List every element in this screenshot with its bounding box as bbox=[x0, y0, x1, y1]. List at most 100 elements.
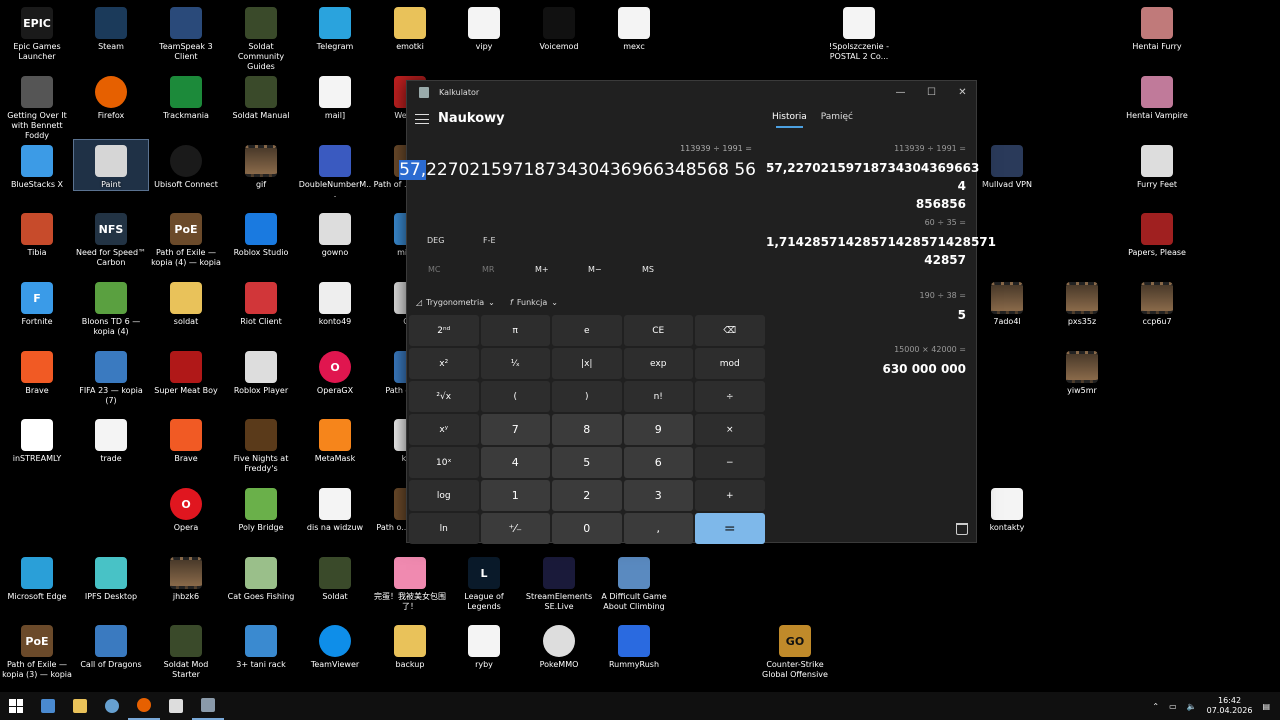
desktop-shortcut[interactable]: gif bbox=[224, 140, 298, 190]
key-button[interactable]: e bbox=[552, 315, 622, 346]
key-button[interactable]: ¹⁄ₓ bbox=[480, 348, 550, 379]
key-button[interactable]: × bbox=[695, 414, 765, 445]
key-button[interactable]: , bbox=[623, 513, 693, 544]
key-button[interactable]: ln bbox=[409, 513, 479, 544]
desktop-shortcut[interactable]: Five Nights at Freddy's bbox=[224, 414, 298, 474]
key-button[interactable]: n! bbox=[623, 381, 693, 412]
calculator-window[interactable]: Kalkulator — ☐ ✕ Naukowy 113939 ÷ 1991 =… bbox=[399, 80, 996, 544]
desktop-shortcut[interactable]: Brave bbox=[0, 346, 74, 396]
desktop-shortcut[interactable]: Furry Feet bbox=[1120, 140, 1194, 190]
key-button[interactable]: |x| bbox=[552, 348, 622, 379]
desktop-shortcut[interactable]: emotki bbox=[373, 2, 447, 52]
desktop-shortcut[interactable]: ryby bbox=[447, 620, 521, 670]
desktop-shortcut[interactable]: Hentai Furry bbox=[1120, 2, 1194, 52]
desktop-shortcut[interactable]: 7ado4l bbox=[970, 277, 1044, 327]
desktop-shortcut[interactable]: ccp6u7 bbox=[1120, 277, 1194, 327]
desktop-shortcut[interactable]: TeamSpeak 3 Client bbox=[149, 2, 223, 62]
key-button[interactable]: 10ˣ bbox=[409, 447, 479, 478]
key-button[interactable]: ⌫ bbox=[695, 315, 765, 346]
key-button[interactable]: ) bbox=[552, 381, 622, 412]
desktop-shortcut[interactable]: gowno bbox=[298, 208, 372, 258]
taskbar-steam-button[interactable] bbox=[96, 692, 128, 720]
key-button[interactable]: 9 bbox=[623, 414, 693, 445]
key-button[interactable]: 6 bbox=[623, 447, 693, 478]
mem-clear-button[interactable]: MC bbox=[428, 265, 441, 274]
key-button[interactable]: mod bbox=[695, 348, 765, 379]
desktop-shortcut[interactable]: Microsoft Edge bbox=[0, 552, 74, 602]
key-button[interactable]: ²√x bbox=[409, 381, 479, 412]
taskbar-calculator-button[interactable] bbox=[192, 692, 224, 720]
key-button[interactable]: 7 bbox=[480, 414, 550, 445]
desktop-shortcut[interactable]: PoE Path of Exile — kopia (4) — kopia bbox=[149, 208, 223, 268]
key-button[interactable]: 0 bbox=[552, 513, 622, 544]
taskbar-firefox-button[interactable] bbox=[128, 692, 160, 720]
desktop-shortcut[interactable]: Telegram bbox=[298, 2, 372, 52]
desktop-shortcut[interactable]: Tibia bbox=[0, 208, 74, 258]
desktop-shortcut[interactable]: Papers, Please bbox=[1120, 208, 1194, 258]
desktop-shortcut[interactable]: pxs35z bbox=[1045, 277, 1119, 327]
key-button[interactable]: xʸ bbox=[409, 414, 479, 445]
desktop-shortcut[interactable]: NFS Need for Speed™ Carbon bbox=[74, 208, 148, 268]
desktop-shortcut[interactable]: inSTREAMLY bbox=[0, 414, 74, 464]
desktop-shortcut[interactable]: backup bbox=[373, 620, 447, 670]
desktop-shortcut[interactable]: Super Meat Boy bbox=[149, 346, 223, 396]
taskbar-settings-button[interactable] bbox=[160, 692, 192, 720]
key-button[interactable]: = bbox=[695, 513, 765, 544]
key-button[interactable]: 1 bbox=[480, 480, 550, 511]
desktop-shortcut[interactable]: Poly Bridge bbox=[224, 483, 298, 533]
desktop-shortcut[interactable]: dis na widzuw bbox=[298, 483, 372, 533]
key-button[interactable]: π bbox=[480, 315, 550, 346]
desktop-shortcut[interactable]: Soldat Manual bbox=[224, 71, 298, 121]
desktop-shortcut[interactable]: jhbzk6 bbox=[149, 552, 223, 602]
taskbar-file-explorer-button[interactable] bbox=[64, 692, 96, 720]
volume-icon[interactable]: 🔈 bbox=[1187, 702, 1197, 711]
clock[interactable]: 16:42 07.04.2026 bbox=[1207, 696, 1253, 716]
desktop-shortcut[interactable]: Roblox Studio bbox=[224, 208, 298, 258]
desktop-shortcut[interactable]: 完蛋！我被美女包围了！ bbox=[373, 552, 447, 612]
trigonometry-dropdown[interactable]: ◿ Trygonometria ⌄ bbox=[416, 298, 495, 307]
desktop-shortcut[interactable]: A Difficult Game About Climbing bbox=[597, 552, 671, 612]
maximize-button[interactable]: ☐ bbox=[916, 81, 947, 103]
desktop-shortcut[interactable]: FIFA 23 — kopia (7) bbox=[74, 346, 148, 406]
chevron-up-icon[interactable]: ⌃ bbox=[1152, 702, 1159, 711]
desktop-shortcut[interactable]: Brave bbox=[149, 414, 223, 464]
key-button[interactable]: 4 bbox=[480, 447, 550, 478]
desktop-shortcut[interactable]: Soldat Community Guides bbox=[224, 2, 298, 72]
desktop-shortcut[interactable]: !Spolszczenie - POSTAL 2 Co... bbox=[822, 2, 896, 62]
desktop-shortcut[interactable]: O OperaGX bbox=[298, 346, 372, 396]
mem-subtract-button[interactable]: M− bbox=[588, 265, 602, 274]
desktop-shortcut[interactable]: Mullvad VPN bbox=[970, 140, 1044, 190]
key-button[interactable]: ÷ bbox=[695, 381, 765, 412]
desktop-shortcut[interactable]: yiw5mr bbox=[1045, 346, 1119, 396]
key-button[interactable]: 3 bbox=[623, 480, 693, 511]
desktop-shortcut[interactable]: Trackmania bbox=[149, 71, 223, 121]
desktop-shortcut[interactable]: Cat Goes Fishing bbox=[224, 552, 298, 602]
desktop-shortcut[interactable]: Ubisoft Connect bbox=[149, 140, 223, 190]
desktop-shortcut[interactable]: EPIC Epic Games Launcher bbox=[0, 2, 74, 62]
desktop-shortcut[interactable]: PoE Path of Exile — kopia (3) — kopia bbox=[0, 620, 74, 680]
desktop-shortcut[interactable]: RummyRush bbox=[597, 620, 671, 670]
desktop-shortcut[interactable]: StreamElements SE.Live bbox=[522, 552, 596, 612]
key-button[interactable]: x² bbox=[409, 348, 479, 379]
desktop-shortcut[interactable]: konto49 bbox=[298, 277, 372, 327]
tab-memory[interactable]: Pamięć bbox=[821, 112, 853, 122]
desktop-shortcut[interactable]: TeamViewer bbox=[298, 620, 372, 670]
trash-icon[interactable] bbox=[956, 523, 968, 535]
desktop-shortcut[interactable]: L League of Legends bbox=[447, 552, 521, 612]
history-entry[interactable]: 190 ÷ 38 = 5 bbox=[766, 291, 966, 324]
angle-mode-button[interactable]: DEG bbox=[427, 236, 444, 245]
desktop-shortcut[interactable]: Voicemod bbox=[522, 2, 596, 52]
desktop-shortcut[interactable]: Roblox Player bbox=[224, 346, 298, 396]
tab-history[interactable]: Historia bbox=[772, 112, 807, 128]
taskbar-start-button[interactable] bbox=[0, 692, 32, 720]
desktop-shortcut[interactable]: Paint bbox=[73, 139, 149, 191]
desktop-shortcut[interactable]: kontakty bbox=[970, 483, 1044, 533]
key-button[interactable]: 8 bbox=[552, 414, 622, 445]
desktop-shortcut[interactable]: Firefox bbox=[74, 71, 148, 121]
hamburger-menu-button[interactable] bbox=[415, 113, 429, 125]
key-button[interactable]: ⁺⁄₋ bbox=[480, 513, 550, 544]
key-button[interactable]: 2 bbox=[552, 480, 622, 511]
desktop-shortcut[interactable]: PokeMMO bbox=[522, 620, 596, 670]
key-button[interactable]: CE bbox=[623, 315, 693, 346]
key-button[interactable]: + bbox=[695, 480, 765, 511]
